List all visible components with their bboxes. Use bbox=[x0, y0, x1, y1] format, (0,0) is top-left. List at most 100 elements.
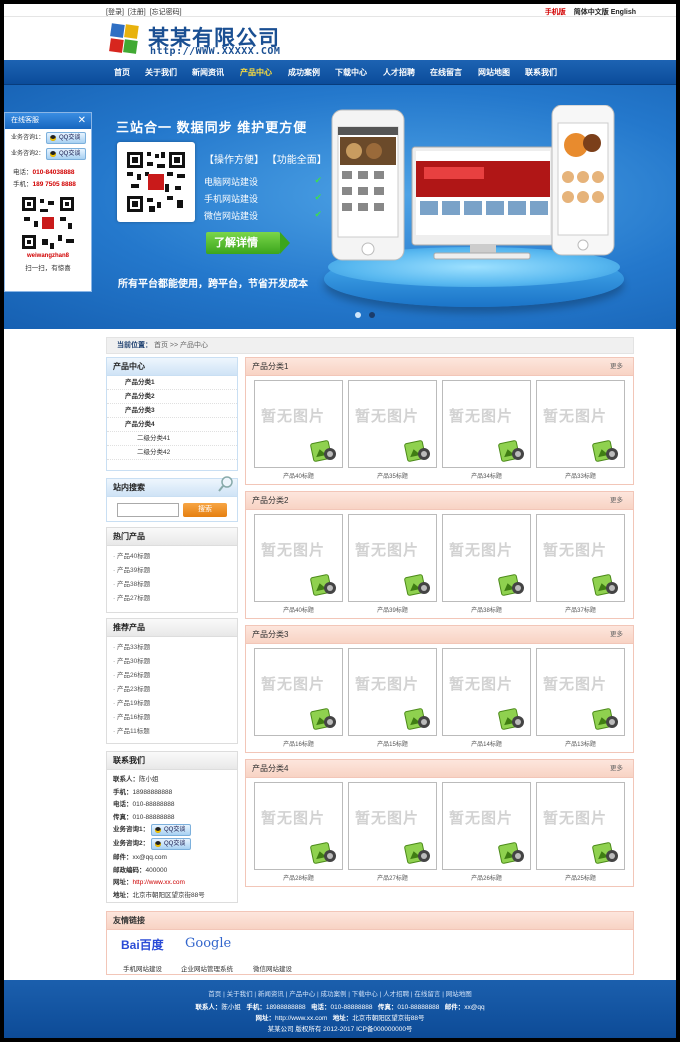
product-image[interactable]: 暂无图片 bbox=[536, 648, 625, 736]
subcategory-item[interactable]: 二级分类42 bbox=[107, 446, 237, 460]
product-caption[interactable]: 产品25标题 bbox=[536, 873, 625, 882]
category-item[interactable]: 产品分类1 bbox=[107, 376, 237, 390]
link-item[interactable]: 微信网站建设 bbox=[253, 963, 292, 973]
slider-dot[interactable] bbox=[355, 312, 361, 318]
product-caption[interactable]: 产品14标题 bbox=[442, 739, 531, 748]
qq-chat-button[interactable]: QQ交谈 bbox=[151, 824, 191, 836]
product-image[interactable]: 暂无图片 bbox=[348, 380, 437, 468]
product-item[interactable]: 暂无图片产品40标题 bbox=[254, 514, 343, 618]
banner[interactable]: 三站合一 数据同步 维护更方便 【操作方便】 【功能全面】 电脑网站建设 ✔ 手… bbox=[4, 85, 676, 329]
product-item[interactable]: 暂无图片产品37标题 bbox=[536, 514, 625, 618]
product-item[interactable]: 暂无图片产品35标题 bbox=[348, 380, 437, 484]
list-item[interactable]: 产品16标题 bbox=[107, 711, 237, 725]
nav-downloads[interactable]: 下载中心 bbox=[335, 60, 367, 85]
product-image[interactable]: 暂无图片 bbox=[348, 514, 437, 602]
product-item[interactable]: 暂无图片产品28标题 bbox=[254, 782, 343, 886]
product-item[interactable]: 暂无图片产品14标题 bbox=[442, 648, 531, 752]
register-link[interactable]: [注册] bbox=[128, 9, 146, 16]
product-caption[interactable]: 产品40标题 bbox=[254, 471, 343, 480]
product-item[interactable]: 暂无图片 产品15标题 bbox=[348, 648, 437, 752]
more-link[interactable]: 更多 bbox=[610, 492, 623, 510]
list-item[interactable]: 产品39标题 bbox=[107, 564, 237, 578]
logo-icon[interactable] bbox=[108, 22, 142, 56]
product-block-title[interactable]: 产品分类4 bbox=[252, 764, 288, 773]
list-item[interactable]: 产品23标题 bbox=[107, 683, 237, 697]
product-item[interactable]: 暂无图片产品27标题 bbox=[348, 782, 437, 886]
qq-chat-button[interactable]: QQ交谈 bbox=[46, 132, 86, 144]
product-item[interactable]: 暂无图片产品13标题 bbox=[536, 648, 625, 752]
qq-chat-button[interactable]: QQ交谈 bbox=[151, 838, 191, 850]
nav-cases[interactable]: 成功案例 bbox=[288, 60, 320, 85]
category-item[interactable]: 产品分类4 bbox=[107, 418, 237, 432]
product-item[interactable]: 暂无图片 产品25标题 bbox=[536, 782, 625, 886]
product-caption[interactable]: 产品40标题 bbox=[254, 605, 343, 614]
product-image[interactable]: 暂无图片 bbox=[442, 380, 531, 468]
slider-dot-active[interactable] bbox=[369, 312, 375, 318]
list-item[interactable]: 产品40标题 bbox=[107, 550, 237, 564]
product-image[interactable]: 暂无图片 bbox=[348, 782, 437, 870]
search-input[interactable] bbox=[117, 503, 179, 517]
forgot-password-link[interactable]: [忘记密码] bbox=[150, 9, 182, 16]
product-item[interactable]: 暂无图片 产品38标题 bbox=[442, 514, 531, 618]
nav-message[interactable]: 在线留言 bbox=[430, 60, 462, 85]
list-item[interactable]: 产品26标题 bbox=[107, 669, 237, 683]
product-caption[interactable]: 产品16标题 bbox=[254, 739, 343, 748]
product-image[interactable]: 暂无图片 bbox=[442, 514, 531, 602]
chinese-link[interactable]: 简体中文版 bbox=[574, 9, 609, 16]
product-item[interactable]: 暂无图片产品33标题 bbox=[536, 380, 625, 484]
more-link[interactable]: 更多 bbox=[610, 760, 623, 778]
product-caption[interactable]: 产品27标题 bbox=[348, 873, 437, 882]
product-caption[interactable]: 产品35标题 bbox=[348, 471, 437, 480]
link-item[interactable]: 手机网站建设 bbox=[123, 963, 162, 973]
search-button[interactable]: 搜索 bbox=[183, 503, 227, 517]
product-caption[interactable]: 产品39标题 bbox=[348, 605, 437, 614]
more-link[interactable]: 更多 bbox=[610, 358, 623, 376]
product-block-title[interactable]: 产品分类3 bbox=[252, 630, 288, 639]
more-link[interactable]: 更多 bbox=[610, 626, 623, 644]
product-caption[interactable]: 产品13标题 bbox=[536, 739, 625, 748]
product-caption[interactable]: 产品28标题 bbox=[254, 873, 343, 882]
product-image[interactable]: 暂无图片 bbox=[254, 380, 343, 468]
list-item[interactable]: 产品33标题 bbox=[107, 641, 237, 655]
google-logo-icon[interactable]: Google bbox=[185, 936, 231, 958]
list-item[interactable]: 产品30标题 bbox=[107, 655, 237, 669]
qq-chat-button[interactable]: QQ交谈 bbox=[46, 148, 86, 160]
product-caption[interactable]: 产品15标题 bbox=[348, 739, 437, 748]
product-image[interactable]: 暂无图片 bbox=[254, 514, 343, 602]
product-image[interactable]: 暂无图片 bbox=[536, 514, 625, 602]
product-item[interactable]: 暂无图片 产品34标题 bbox=[442, 380, 531, 484]
product-item[interactable]: 暂无图片产品26标题 bbox=[442, 782, 531, 886]
category-item[interactable]: 产品分类2 bbox=[107, 390, 237, 404]
product-image[interactable]: 暂无图片 bbox=[442, 782, 531, 870]
nav-home[interactable]: 首页 bbox=[114, 60, 130, 85]
list-item[interactable]: 产品11标题 bbox=[107, 725, 237, 739]
product-image[interactable]: 暂无图片 bbox=[536, 380, 625, 468]
footer-nav[interactable]: 首页 | 关于我们 | 新闻资讯 | 产品中心 | 成功案例 | 下载中心 | … bbox=[4, 988, 676, 998]
product-item[interactable]: 暂无图片产品39标题 bbox=[348, 514, 437, 618]
subcategory-item[interactable]: 二级分类41 bbox=[107, 432, 237, 446]
product-caption[interactable]: 产品37标题 bbox=[536, 605, 625, 614]
nav-jobs[interactable]: 人才招聘 bbox=[383, 60, 415, 85]
product-item[interactable]: 暂无图片产品16标题 bbox=[254, 648, 343, 752]
baidu-logo-icon[interactable]: Bai百度 bbox=[121, 936, 164, 958]
product-image[interactable]: 暂无图片 bbox=[442, 648, 531, 736]
link-item[interactable]: 企业网站管理系统 bbox=[181, 963, 233, 973]
category-item[interactable]: 产品分类3 bbox=[107, 404, 237, 418]
product-image[interactable]: 暂无图片 bbox=[254, 648, 343, 736]
nav-sitemap[interactable]: 网站地图 bbox=[478, 60, 510, 85]
nav-about[interactable]: 关于我们 bbox=[145, 60, 177, 85]
login-link[interactable]: [登录] bbox=[106, 9, 124, 16]
product-caption[interactable]: 产品33标题 bbox=[536, 471, 625, 480]
product-image[interactable]: 暂无图片 bbox=[254, 782, 343, 870]
product-block-title[interactable]: 产品分类2 bbox=[252, 496, 288, 505]
nav-products[interactable]: 产品中心 bbox=[240, 60, 272, 85]
list-item[interactable]: 产品27标题 bbox=[107, 592, 237, 606]
list-item[interactable]: 产品19标题 bbox=[107, 697, 237, 711]
nav-contact[interactable]: 联系我们 bbox=[525, 60, 557, 85]
learn-more-button[interactable]: 了解详情 bbox=[206, 232, 290, 254]
product-caption[interactable]: 产品26标题 bbox=[442, 873, 531, 882]
english-link[interactable]: English bbox=[611, 9, 636, 16]
close-icon[interactable]: ✕ bbox=[78, 113, 86, 129]
nav-news[interactable]: 新闻资讯 bbox=[192, 60, 224, 85]
product-item[interactable]: 暂无图片产品40标题 bbox=[254, 380, 343, 484]
